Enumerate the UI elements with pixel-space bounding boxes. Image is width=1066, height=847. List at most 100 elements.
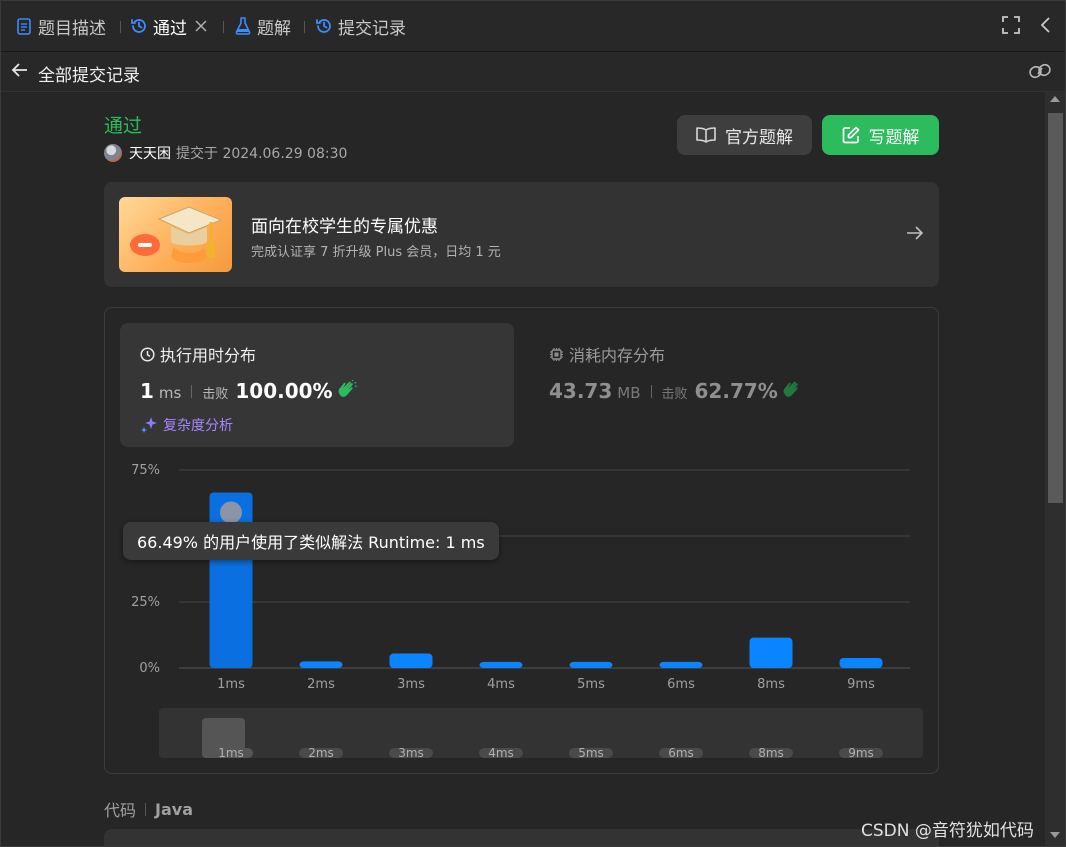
slider-tick-label: 9ms [848, 746, 874, 760]
scrollbar-thumb[interactable] [1048, 113, 1063, 503]
graduation-cap-illustration [119, 197, 232, 272]
tab-solutions[interactable]: 题解 [234, 1, 291, 51]
book-icon [696, 127, 716, 143]
clap-icon [337, 380, 357, 398]
promo-subtitle: 完成认证享 7 折升级 Plus 会员，日均 1 元 [251, 245, 501, 260]
y-tick-label: 0% [139, 661, 160, 676]
runtime-label: 执行用时分布 [160, 346, 257, 365]
tab-divider [304, 21, 305, 33]
complexity-label: 复杂度分析 [163, 418, 233, 434]
runtime-unit: ms [158, 384, 182, 402]
runtime-value: 1 [140, 379, 154, 403]
range-slider-track[interactable] [159, 708, 923, 758]
memory-value: 43.73 [549, 379, 613, 403]
tab-label: 提交记录 [338, 18, 406, 39]
fullscreen-icon[interactable] [1002, 16, 1020, 38]
chart-tooltip: 66.49% 的用户使用了类似解法 Runtime: 1 ms [123, 522, 499, 560]
button-label: 写题解 [868, 127, 920, 148]
runtime-beat-label: 击败 [202, 387, 229, 402]
runtime-beat-pct: 100.00% [235, 379, 333, 403]
scroll-down-icon[interactable] [1050, 832, 1060, 838]
tab-divider [223, 21, 224, 33]
x-tick-label: 3ms [397, 677, 425, 692]
chart-bar[interactable] [569, 661, 613, 668]
arrow-right-icon[interactable] [906, 225, 924, 245]
tab-submissions[interactable]: 提交记录 [315, 1, 406, 51]
complexity-analysis-link[interactable]: 复杂度分析 [140, 415, 233, 435]
chart-bar[interactable] [479, 661, 523, 668]
y-tick-label: 25% [131, 595, 160, 610]
memory-beat-label: 击败 [661, 387, 688, 402]
tab-description[interactable]: 题目描述 [15, 1, 106, 51]
x-tick-label: 6ms [667, 677, 695, 692]
code-block[interactable] [104, 829, 939, 846]
username[interactable]: 天天困 [129, 143, 171, 163]
runtime-card[interactable]: 执行用时分布 1 ms 击败 100.00% 复杂度分析 [120, 323, 514, 447]
slider-tick-label: 5ms [578, 746, 604, 760]
y-tick-label: 75% [131, 463, 160, 478]
memory-label-row: 消耗内存分布 [549, 342, 665, 366]
status-badge: 通过 [104, 115, 143, 137]
all-submissions-title[interactable]: 全部提交记录 [38, 61, 140, 86]
x-tick-label: 1ms [217, 677, 245, 692]
submission-detail: 通过 天天困 提交于 2024.06.29 08:30 官方题解 写题解 面向在… [1, 92, 1045, 846]
chart-bar[interactable] [839, 657, 883, 668]
slider-tick-label: 3ms [398, 746, 424, 760]
runtime-distribution-chart[interactable]: 0% 25% 75% 1ms 2ms 3ms 4ms 5ms 6ms 8ms 9ms 1ms 2ms… [105, 448, 938, 773]
memory-metric: 43.73 MB 击败 62.77% [549, 379, 802, 403]
code-language: Java [155, 799, 193, 819]
submission-window: 题目描述 通过 题解 提交记录 全部提交记录 通过 天天困 提交于 2024.0… [0, 0, 1066, 847]
x-tick-label: 4ms [487, 677, 515, 692]
history-icon [130, 17, 148, 35]
x-tick-label: 9ms [847, 677, 875, 692]
edit-icon [842, 126, 860, 144]
code-section-label: 代码 Java [104, 797, 193, 821]
slider-tick-label: 6ms [668, 746, 694, 760]
memory-unit: MB [617, 384, 641, 402]
slider-tick-label: 1ms [218, 746, 244, 760]
clap-icon [782, 380, 802, 398]
avatar[interactable] [104, 144, 122, 162]
tab-accepted[interactable]: 通过 [130, 1, 207, 51]
x-tick-label: 8ms [757, 677, 785, 692]
slider-tick-label: 8ms [758, 746, 784, 760]
tab-divider [120, 21, 121, 33]
close-icon[interactable] [195, 20, 207, 32]
divider [191, 385, 193, 398]
chart-bar[interactable] [299, 661, 343, 668]
clock-icon [140, 346, 155, 362]
tab-bar: 题目描述 通过 题解 提交记录 [1, 1, 1065, 51]
history-icon [315, 17, 333, 35]
slider-tick-label: 4ms [488, 746, 514, 760]
sub-header: 全部提交记录 [1, 52, 1065, 92]
tab-label: 通过 [153, 18, 187, 39]
slider-tick-label: 2ms [308, 746, 334, 760]
vertical-scrollbar[interactable] [1045, 92, 1065, 846]
x-tick-label: 2ms [307, 677, 335, 692]
runtime-label-row: 执行用时分布 [140, 342, 256, 366]
submitter-info: 天天困 提交于 2024.06.29 08:30 [104, 143, 347, 163]
runtime-metric: 1 ms 击败 100.00% [140, 379, 357, 403]
tab-label: 题目描述 [38, 18, 106, 39]
memory-label: 消耗内存分布 [569, 346, 666, 365]
write-solution-button[interactable]: 写题解 [822, 115, 939, 155]
memory-beat-pct: 62.77% [694, 379, 778, 403]
document-icon [15, 17, 33, 35]
watermark: CSDN @音符犹如代码 [861, 821, 1034, 841]
collapse-chevron-icon[interactable] [1039, 16, 1051, 38]
user-avatar-marker [220, 501, 242, 524]
x-tick-label: 5ms [577, 677, 605, 692]
distribution-panel: 执行用时分布 1 ms 击败 100.00% 复杂度分析 消耗内存分布 43.7… [104, 307, 939, 774]
back-arrow-icon[interactable] [11, 61, 29, 83]
official-solution-button[interactable]: 官方题解 [677, 115, 812, 155]
chart-bar[interactable] [749, 637, 793, 668]
submit-time: 提交于 2024.06.29 08:30 [176, 146, 348, 162]
chart-bar[interactable] [659, 661, 703, 668]
link-icon[interactable] [1029, 62, 1051, 84]
promo-title: 面向在校学生的专属优惠 [251, 217, 438, 237]
student-promo-banner[interactable]: 面向在校学生的专属优惠 完成认证享 7 折升级 Plus 会员，日均 1 元 [104, 182, 939, 287]
chip-icon [549, 347, 564, 362]
scroll-up-icon[interactable] [1050, 96, 1060, 102]
button-label: 官方题解 [725, 127, 793, 148]
chart-bar[interactable] [389, 653, 433, 668]
